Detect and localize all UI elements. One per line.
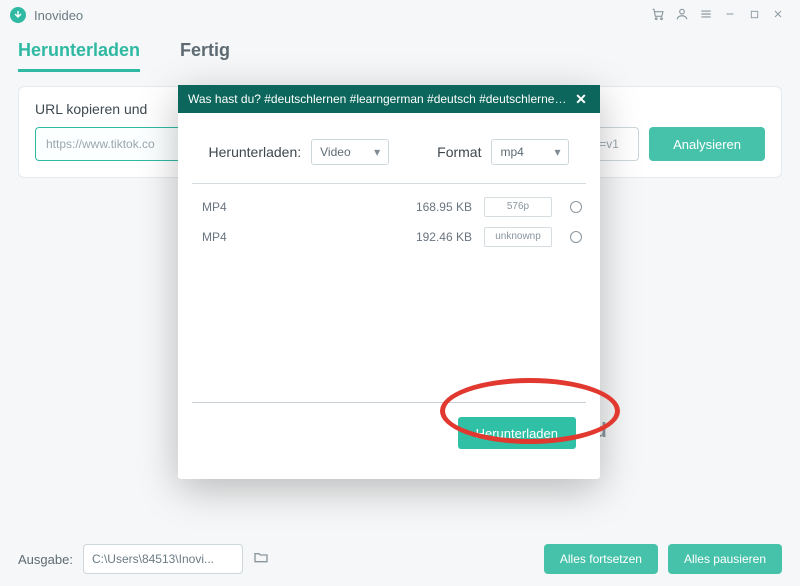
option-radio[interactable]: [570, 201, 582, 213]
format-option-row[interactable]: MP4 168.95 KB 576p: [202, 192, 582, 222]
analyse-button[interactable]: Analysieren: [649, 127, 765, 161]
folder-icon[interactable]: [253, 549, 269, 570]
format-options-list: MP4 168.95 KB 576p MP4 192.46 KB unknown…: [192, 184, 586, 252]
app-title: Inovideo: [34, 8, 83, 23]
chevron-down-icon: ▾: [374, 145, 380, 159]
download-type-select[interactable]: Video ▾: [311, 139, 389, 165]
resume-all-button[interactable]: Alles fortsetzen: [544, 544, 658, 574]
option-size: 192.46 KB: [402, 230, 472, 244]
modal-header: Was hast du? #deutschlernen #learngerman…: [178, 85, 600, 113]
tab-done[interactable]: Fertig: [180, 40, 230, 72]
format-select[interactable]: mp4 ▾: [491, 139, 569, 165]
output-path-field[interactable]: C:\Users\84513\Inovi...: [83, 544, 243, 574]
minimize-icon[interactable]: [718, 7, 742, 23]
footer-bar: Ausgabe: C:\Users\84513\Inovi... Alles f…: [18, 544, 782, 574]
tab-bar: Herunterladen Fertig: [18, 30, 782, 72]
cart-icon[interactable]: [646, 7, 670, 24]
modal-title: Was hast du? #deutschlernen #learngerman…: [188, 92, 572, 106]
menu-icon[interactable]: [694, 7, 718, 24]
option-format: MP4: [202, 230, 402, 244]
option-format: MP4: [202, 200, 402, 214]
format-label: Format: [437, 144, 481, 160]
close-window-icon[interactable]: [766, 7, 790, 23]
option-resolution: unknownp: [484, 227, 552, 247]
download-type-label: Herunterladen:: [209, 144, 302, 160]
option-resolution: 576p: [484, 197, 552, 217]
app-logo-icon: [10, 7, 26, 23]
option-size: 168.95 KB: [402, 200, 472, 214]
option-radio[interactable]: [570, 231, 582, 243]
format-option-row[interactable]: MP4 192.46 KB unknownp: [202, 222, 582, 252]
tab-download[interactable]: Herunterladen: [18, 40, 140, 72]
pause-all-button[interactable]: Alles pausieren: [668, 544, 782, 574]
output-label: Ausgabe:: [18, 552, 73, 567]
chevron-down-icon: ▾: [554, 145, 560, 159]
download-type-value: Video: [320, 145, 350, 159]
title-bar: Inovideo: [0, 0, 800, 30]
maximize-icon[interactable]: [742, 7, 766, 23]
format-value: mp4: [500, 145, 523, 159]
download-button[interactable]: Herunterladen: [458, 417, 576, 449]
download-modal: Was hast du? #deutschlernen #learngerman…: [178, 85, 600, 479]
close-icon[interactable]: ✕: [572, 91, 590, 108]
account-icon[interactable]: [670, 7, 694, 24]
